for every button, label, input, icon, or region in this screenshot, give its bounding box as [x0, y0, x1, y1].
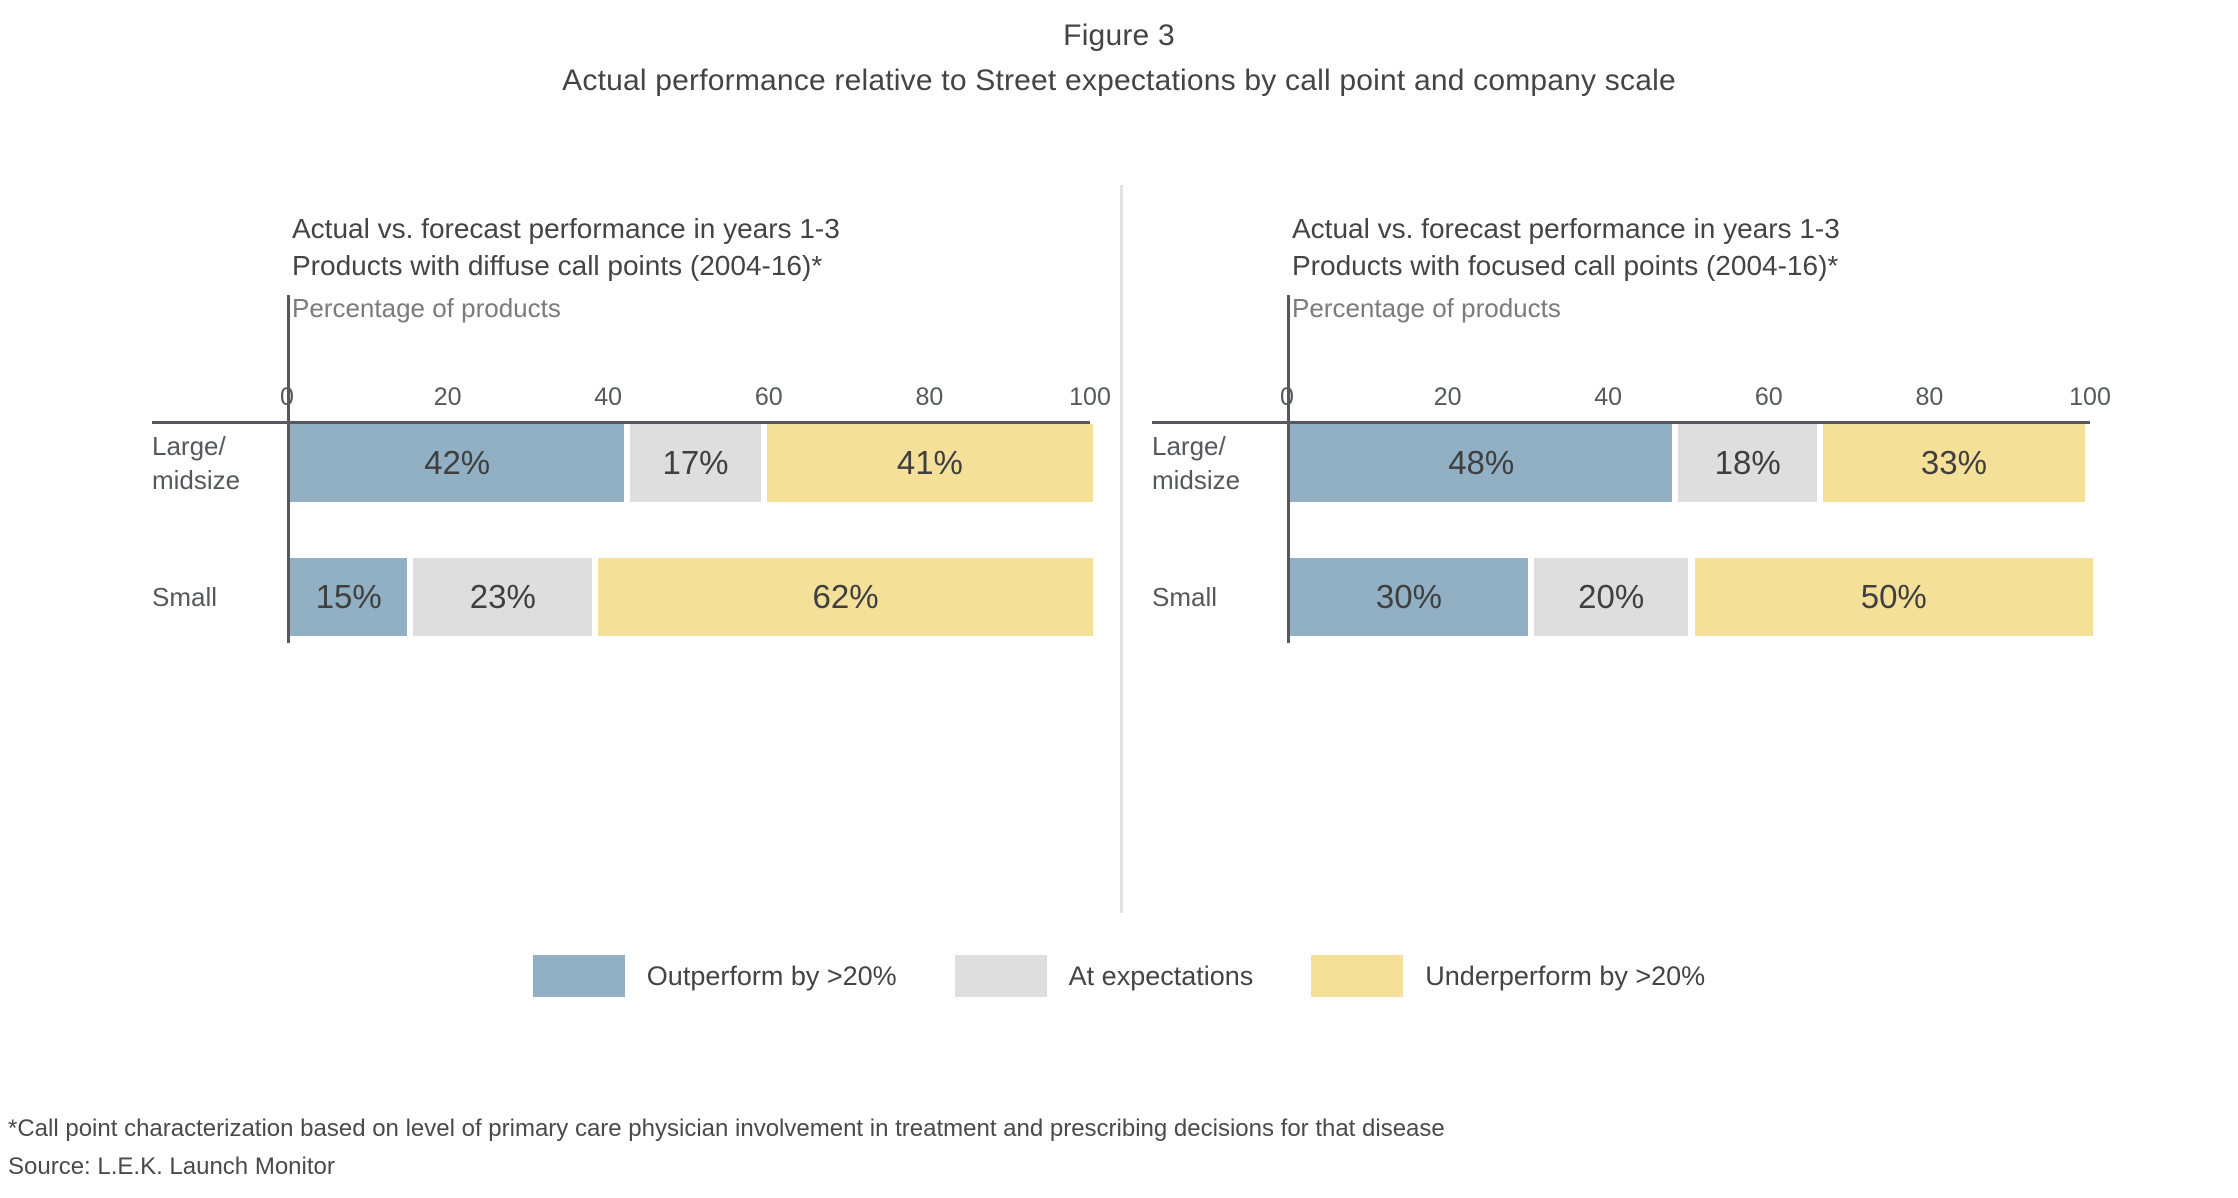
- panel-heading-line2: Products with focused call points (2004-…: [1292, 250, 1839, 281]
- x-tick-label: 20: [1433, 383, 1462, 411]
- x-axis-tick-labels: 020406080100: [1280, 380, 2111, 418]
- legend-swatch: [1311, 955, 1404, 997]
- bar-row: Large/midsize 42% 17% 41%: [152, 424, 1112, 502]
- plot-area-focused: 020406080100 Large/midsize48%18%33%Small…: [1152, 295, 2112, 825]
- bar-segment: 23%: [413, 558, 593, 636]
- bar-segment: 20%: [1533, 558, 1689, 636]
- stacked-bar: 30% 20% 50%: [1290, 558, 2093, 636]
- category-label: Large/midsize: [152, 431, 241, 495]
- legend-swatch: [532, 955, 625, 997]
- bar-segment: 42%: [290, 424, 625, 502]
- bar-row: Small 15% 23% 62%: [152, 558, 1112, 636]
- bar-segment: 50%: [1694, 558, 2093, 636]
- chart-panel-focused: Actual vs. forecast performance in years…: [1152, 185, 2152, 925]
- x-tick-label: 40: [594, 383, 623, 411]
- bar-segment: 48%: [1290, 424, 1673, 502]
- plot-area-diffuse: 020406080100 Large/midsize42%17%41%Small…: [152, 295, 1112, 825]
- figure-title: Actual performance relative to Street ex…: [562, 64, 1676, 97]
- footnote-source: Source: L.E.K. Launch Monitor: [8, 1153, 335, 1180]
- bar-segment: 15%: [290, 558, 408, 636]
- x-tick-label: 80: [915, 383, 944, 411]
- x-tick-label: 100: [1069, 383, 1111, 411]
- figure-header: Figure 3 Actual performance relative to …: [0, 14, 2238, 104]
- legend-item: At expectations: [954, 955, 1254, 997]
- chart-panel-diffuse: Actual vs. forecast performance in years…: [152, 185, 1152, 925]
- x-tick-label: 60: [754, 383, 783, 411]
- bar-rows: Large/midsize 42% 17% 41% Small 15% 23% 62%: [152, 424, 1112, 654]
- panel-heading-line1: Actual vs. forecast performance in years…: [1292, 213, 1840, 244]
- stacked-bar: 48% 18% 33%: [1290, 424, 2093, 502]
- bar-row: Small 30% 20% 50%: [1152, 558, 2112, 636]
- x-tick-label: 100: [2069, 383, 2111, 411]
- bar-segment: 41%: [766, 424, 1093, 502]
- x-tick-label: 60: [1754, 383, 1783, 411]
- footnote-call-point: *Call point characterization based on le…: [8, 1115, 1445, 1142]
- bar-rows: Large/midsize 48% 18% 33% Small 30% 20% 50%: [1152, 424, 2112, 654]
- x-tick-label: 40: [1594, 383, 1623, 411]
- x-axis-tick-labels: 020406080100: [280, 380, 1111, 418]
- category-label: Small: [1152, 582, 1218, 612]
- bar-segment: 18%: [1678, 424, 1817, 502]
- legend-label: Underperform by >20%: [1425, 961, 1706, 991]
- legend-label: At expectations: [1068, 961, 1254, 991]
- legend-label: Outperform by >20%: [646, 961, 897, 991]
- category-label: Large/midsize: [1152, 431, 1241, 495]
- bar-segment: 33%: [1822, 424, 2085, 502]
- x-tick-label: 20: [433, 383, 462, 411]
- bar-segment: 17%: [630, 424, 761, 502]
- x-tick-label: 80: [1915, 383, 1944, 411]
- stacked-bar: 15% 23% 62%: [290, 558, 1093, 636]
- bar-segment: 62%: [598, 558, 1093, 636]
- bar-row: Large/midsize 48% 18% 33%: [1152, 424, 2112, 502]
- bar-segment: 30%: [1290, 558, 1528, 636]
- panel-heading-line1: Actual vs. forecast performance in years…: [292, 213, 840, 244]
- figure-number: Figure 3: [1063, 19, 1175, 52]
- legend-item: Outperform by >20%: [532, 955, 897, 997]
- legend-item: Underperform by >20%: [1311, 955, 1705, 997]
- panel-heading-line2: Products with diffuse call points (2004-…: [292, 250, 823, 281]
- chart-legend: Outperform by >20% At expectations Underpe…: [0, 955, 2238, 997]
- category-label: Small: [152, 582, 218, 612]
- legend-swatch: [954, 955, 1047, 997]
- stacked-bar: 42% 17% 41%: [290, 424, 1093, 502]
- chart-panels: Actual vs. forecast performance in years…: [0, 185, 2238, 925]
- footnotes: *Call point characterization based on le…: [8, 1110, 2108, 1186]
